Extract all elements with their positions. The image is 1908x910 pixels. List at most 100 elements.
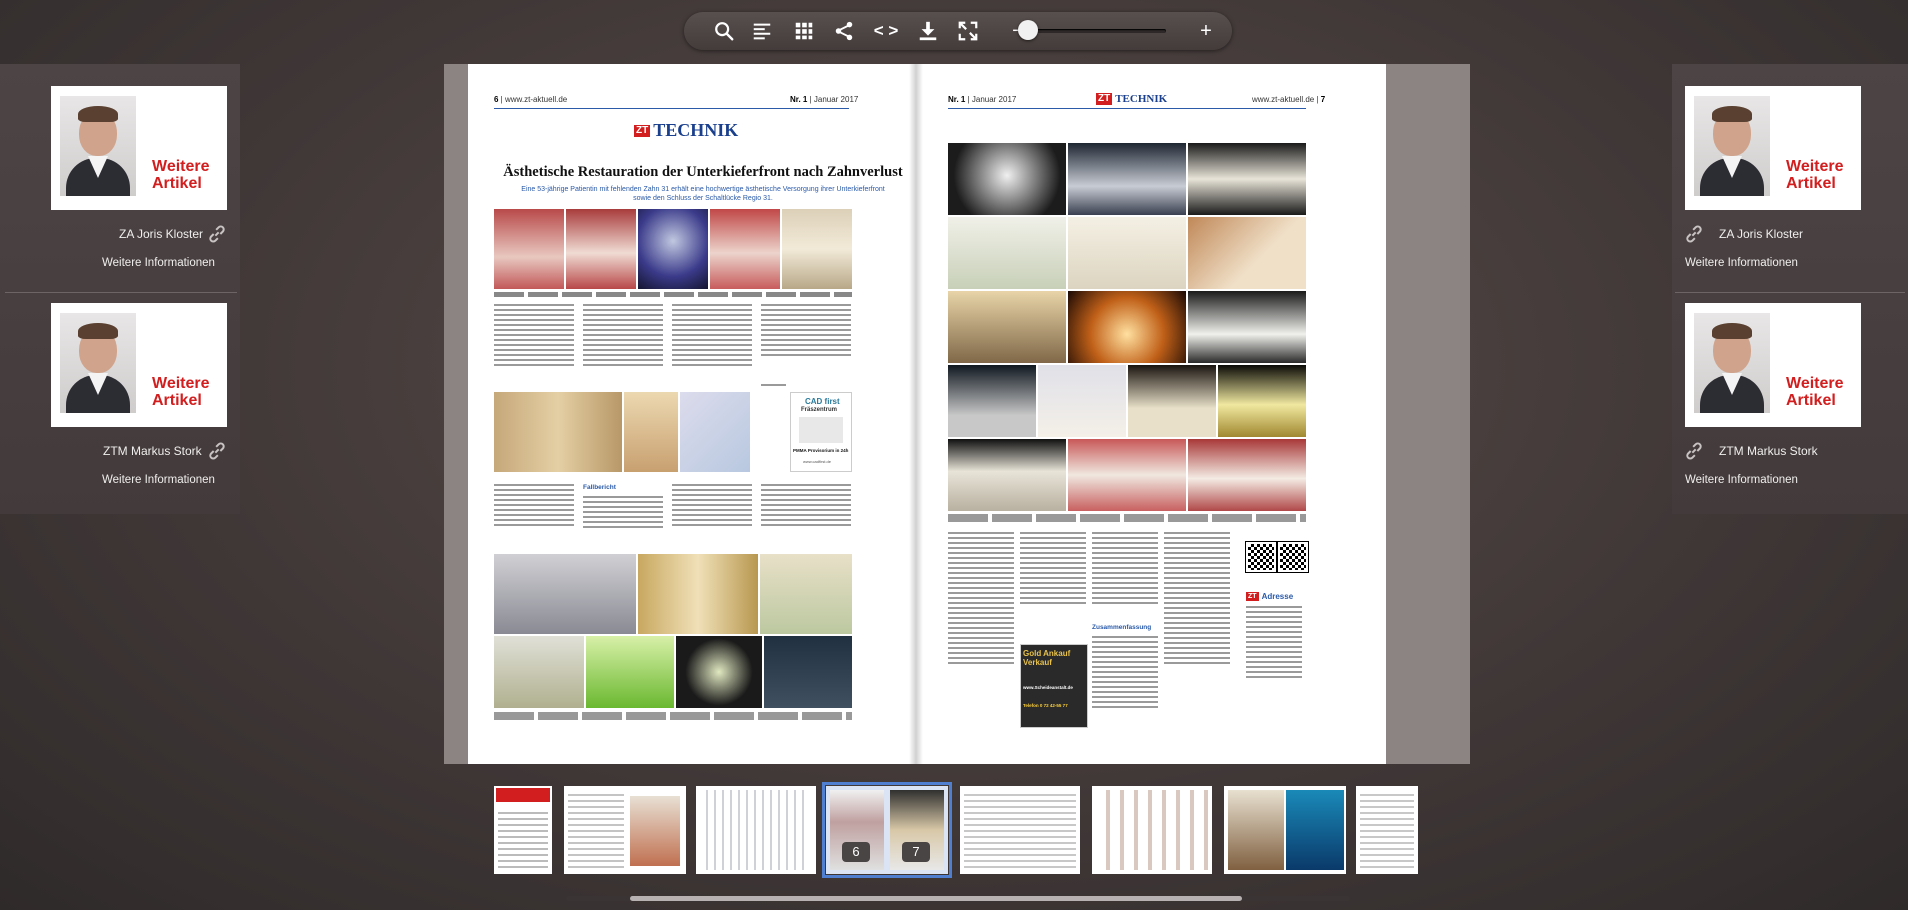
divider	[5, 292, 237, 293]
author-card-stork[interactable]: Weitere Artikel	[1685, 303, 1861, 427]
thumbnail-page-1[interactable]	[494, 786, 552, 874]
dental-photo	[710, 209, 780, 289]
thumb-header	[496, 788, 550, 802]
author-card-stork[interactable]: Weitere Artikel	[51, 303, 227, 427]
link-icon[interactable]	[1684, 441, 1704, 461]
more-info-link[interactable]: Weitere Informationen	[1685, 474, 1798, 486]
link-icon[interactable]	[207, 224, 227, 244]
thumb-content	[1096, 790, 1208, 870]
author-name[interactable]: ZA Joris Kloster	[119, 227, 203, 241]
divider	[1675, 292, 1905, 293]
ad-line: PMMA Provisorium in 24h	[793, 448, 849, 453]
more-articles-label: Weitere Artikel	[1786, 158, 1844, 192]
author-card-kloster[interactable]: Weitere Artikel	[51, 86, 227, 210]
thumbnail-pages-10-11[interactable]	[1092, 786, 1212, 874]
more-info-link[interactable]: Weitere Informationen	[102, 257, 215, 269]
code-icon: < >	[873, 21, 899, 40]
zt-logo-mark: ZT	[1246, 592, 1259, 601]
more-info-link[interactable]: Weitere Informationen	[102, 474, 215, 486]
cad-model-image	[638, 554, 758, 634]
section-logo: ZT TECHNIK	[634, 120, 738, 141]
thumbnail-pages-2-3[interactable]	[564, 786, 686, 874]
embed-code-button[interactable]: < >	[866, 12, 906, 50]
dental-photo	[1218, 365, 1306, 437]
search-button[interactable]	[704, 12, 744, 50]
page-url: www.zt-aktuell.de	[1252, 95, 1315, 104]
dental-photo	[1188, 217, 1306, 289]
qr-code	[1277, 541, 1309, 573]
address-title: Adresse	[1261, 592, 1294, 601]
thumbnail-pages-4-5[interactable]	[696, 786, 816, 874]
magazine-spread: 6 | www.zt-aktuell.de Nr. 1 | Januar 201…	[444, 64, 1470, 764]
page-right[interactable]: Nr. 1 | Januar 2017 ZT TECHNIK www.zt-ak…	[916, 64, 1386, 764]
photo-caption	[494, 712, 852, 720]
more-articles-label: Weitere Artikel	[152, 158, 210, 192]
section-name: TECHNIK	[653, 120, 739, 140]
table-of-contents-button[interactable]	[742, 12, 782, 50]
thumbnail-scrollbar[interactable]	[566, 896, 1350, 901]
sidebar-right: Weitere Artikel ZA Joris Kloster Weitere…	[1672, 64, 1908, 514]
section-heading: Fallbericht	[583, 484, 616, 491]
header-rule	[494, 108, 849, 109]
thumb-content	[1360, 790, 1414, 870]
dental-photo	[1188, 291, 1306, 363]
thumbnails-grid-button[interactable]	[784, 12, 824, 50]
zoom-slider[interactable]	[1022, 29, 1166, 33]
download-button[interactable]	[908, 12, 948, 50]
more-info-link[interactable]: Weitere Informationen	[1685, 257, 1798, 269]
link-icon[interactable]	[1684, 224, 1704, 244]
page-left[interactable]: 6 | www.zt-aktuell.de Nr. 1 | Januar 201…	[468, 64, 938, 764]
fullscreen-button[interactable]	[948, 12, 988, 50]
avatar	[60, 96, 136, 196]
author-card-kloster[interactable]: Weitere Artikel	[1685, 86, 1861, 210]
article-text-column	[761, 484, 851, 529]
avatar	[60, 313, 136, 413]
page-header: www.zt-aktuell.de | 7	[1252, 95, 1326, 104]
section-heading: Zusammenfassung	[1092, 624, 1152, 631]
zoom-slider-handle[interactable]	[1018, 20, 1038, 40]
link-icon[interactable]	[207, 441, 227, 461]
dental-photo	[1188, 439, 1306, 511]
thumbnail-pages-12-13[interactable]	[1224, 786, 1346, 874]
thumb-page-label: 6	[842, 842, 870, 862]
article-headline: Ästhetische Restauration der Unterkiefer…	[503, 164, 903, 180]
cad-model-image	[494, 392, 622, 472]
dental-photo	[638, 209, 708, 289]
thumbnail-page-14[interactable]	[1356, 786, 1418, 874]
article-subhead: Eine 53-jährige Patientin mit fehlenden …	[521, 186, 885, 202]
author-name[interactable]: ZTM Markus Stork	[103, 444, 202, 458]
cad-model-image	[760, 554, 852, 634]
thumbnail-pages-8-9[interactable]	[960, 786, 1080, 874]
thumb-content	[964, 790, 1076, 870]
article-text-column	[948, 532, 1014, 667]
share-button[interactable]	[824, 12, 864, 50]
article-text-column	[761, 304, 851, 359]
ad-title: CAD first	[805, 397, 840, 406]
ad-subtitle: Fräszentrum	[801, 407, 838, 413]
avatar	[1694, 96, 1770, 196]
scrollbar-thumb[interactable]	[630, 896, 1242, 901]
cad-model-image	[624, 392, 678, 472]
photo-caption	[948, 514, 1306, 522]
dental-photo	[566, 209, 636, 289]
dental-photo	[1068, 217, 1186, 289]
grid-icon	[795, 22, 813, 40]
ad-gold[interactable]: Gold Ankauf Verkauf www.Scheideanstalt.d…	[1020, 644, 1088, 728]
search-icon	[715, 22, 734, 41]
ad-cadfirst[interactable]: CAD first Fräszentrum PMMA Provisorium i…	[790, 392, 852, 472]
issue-number: Nr. 1	[948, 95, 966, 104]
thumbnail-pages-6-7[interactable]: 6 7	[822, 782, 952, 878]
author-name[interactable]: ZTM Markus Stork	[1719, 444, 1818, 458]
dental-photo	[1128, 365, 1216, 437]
article-text-column	[1092, 532, 1158, 607]
zoom-in-button[interactable]: +	[1186, 12, 1226, 50]
dental-photo	[948, 217, 1066, 289]
article-text-column	[1164, 532, 1230, 667]
issue-header: Nr. 1 | Januar 2017	[948, 95, 1017, 104]
article-text-column	[672, 304, 752, 369]
ad-phone: Telefon 0 72 42-55 77	[1023, 703, 1068, 708]
more-articles-label: Weitere Artikel	[152, 375, 210, 409]
article-text-column	[672, 484, 752, 529]
sidebar-left: Weitere Artikel ZA Joris Kloster Weitere…	[0, 64, 240, 514]
author-name[interactable]: ZA Joris Kloster	[1719, 227, 1803, 241]
